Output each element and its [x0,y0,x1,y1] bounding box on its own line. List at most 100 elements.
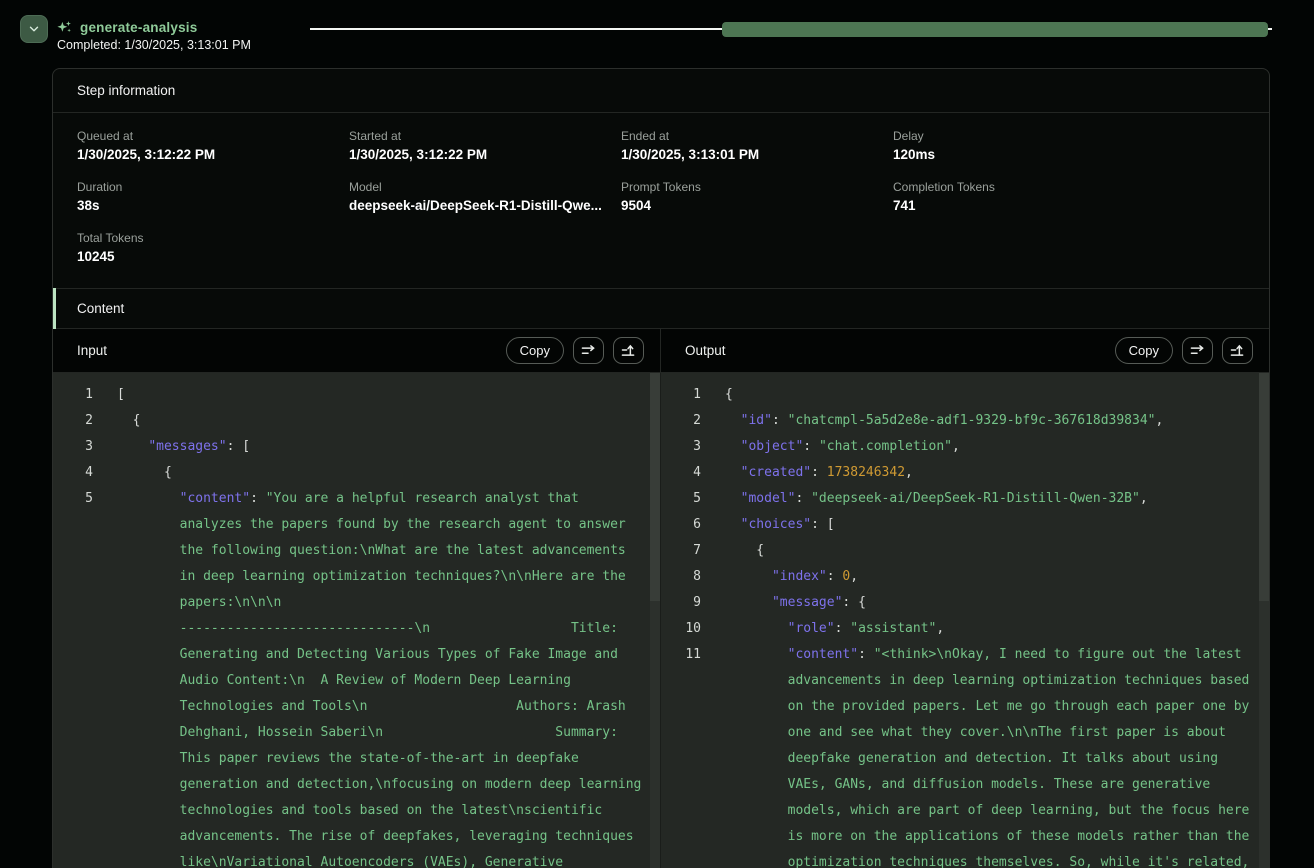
line-number: 4 [53,465,93,480]
step-field-value: deepseek-ai/DeepSeek-R1-Distill-Qwe... [349,198,621,213]
code-line: 2 "id": "chatcmpl-5a5d2e8e-adf1-9329-bf9… [661,407,1269,433]
input-expand-button[interactable] [613,337,644,364]
code-line: 8 "index": 0, [661,563,1269,589]
output-copy-button[interactable]: Copy [1115,337,1173,364]
line-number: 7 [661,543,701,558]
code-text: "content": "<think>\nOkay, I need to fig… [725,647,1242,662]
output-wrap-text-button[interactable] [1182,337,1213,364]
code-line: VAEs, GANs, and diffusion models. These … [661,771,1269,797]
step-field-label: Ended at [621,129,893,143]
collapse-step-button[interactable] [20,15,48,43]
code-text: technologies and tools based on the late… [117,803,602,818]
output-scrollbar[interactable] [1259,373,1269,868]
input-code-viewer: 1[2 {3 "messages": [4 {5 "content": "You… [53,373,660,868]
code-line: This paper reviews the state-of-the-art … [53,745,660,771]
code-text: { [117,413,140,428]
output-panel-title: Output [685,343,726,358]
step-field: Delay 120ms [893,129,1245,162]
code-line: 5 "content": "You are a helpful research… [53,485,660,511]
code-line: like\nVariational Autoencoders (VAEs), G… [53,849,660,868]
code-text: advancements in deep learning optimizati… [725,673,1249,688]
line-number: 3 [661,439,701,454]
input-scrollbar-thumb[interactable] [650,373,660,601]
step-field: Started at1/30/2025, 3:12:22 PM [349,129,621,162]
code-text: Audio Content:\n A Review of Modern Deep… [117,673,571,688]
code-line: 6 "choices": [ [661,511,1269,537]
step-field-label: Delay [893,129,1245,143]
input-copy-button[interactable]: Copy [506,337,564,364]
output-scrollbar-thumb[interactable] [1259,373,1269,601]
code-line: the following question:\nWhat are the la… [53,537,660,563]
code-line: models, which are part of deep learning,… [661,797,1269,823]
code-line: 11 "content": "<think>\nOkay, I need to … [661,641,1269,667]
code-line: advancements in deep learning optimizati… [661,667,1269,693]
completed-timestamp: Completed: 1/30/2025, 3:13:01 PM [57,38,251,52]
output-panel-header: Output Copy [661,329,1269,372]
content-section-header[interactable]: Content [53,288,1269,329]
code-line: is more on the applications of these mod… [661,823,1269,849]
code-line: 1[ [53,381,660,407]
step-field: Duration38s [77,180,349,213]
code-line: 3 "object": "chat.completion", [661,433,1269,459]
code-text: models, which are part of deep learning,… [725,803,1249,818]
expand-up-icon [1230,344,1245,357]
code-line: one and see what they cover.\n\nThe firs… [661,719,1269,745]
code-line: advancements. The rise of deepfakes, lev… [53,823,660,849]
code-panel-output: 1{2 "id": "chatcmpl-5a5d2e8e-adf1-9329-b… [661,373,1269,868]
code-text: "content": "You are a helpful research a… [117,491,579,506]
code-text: Technologies and Tools\n Authors: Arash [117,699,626,714]
code-text: "object": "chat.completion", [725,439,960,454]
line-number: 1 [661,387,701,402]
line-number: 2 [661,413,701,428]
code-text: "role": "assistant", [725,621,944,636]
output-code-viewer: 1{2 "id": "chatcmpl-5a5d2e8e-adf1-9329-b… [661,373,1269,868]
code-line: ------------------------------\n Title: [53,615,660,641]
step-field-value: 120ms [893,147,1245,162]
step-field: Total Tokens10245 [77,231,349,264]
line-number: 11 [661,647,701,662]
code-text: "messages": [ [117,439,250,454]
code-text: [ [117,387,125,402]
code-line: 4 "created": 1738246342, [661,459,1269,485]
step-field: Queued at1/30/2025, 3:12:22 PM [77,129,349,162]
code-line: 1{ [661,381,1269,407]
line-number: 2 [53,413,93,428]
sparkles-icon [56,19,73,36]
step-field-label: Total Tokens [77,231,349,245]
code-text: This paper reviews the state-of-the-art … [117,751,579,766]
line-number: 6 [661,517,701,532]
line-number: 9 [661,595,701,610]
io-panels: 1[2 {3 "messages": [4 {5 "content": "You… [53,373,1269,868]
code-text: deepfake generation and detection. It ta… [725,751,1218,766]
timeline-duration-bar[interactable] [722,22,1268,37]
step-field-value: 38s [77,198,349,213]
code-line: on the provided papers. Let me go throug… [661,693,1269,719]
code-line: 7 { [661,537,1269,563]
code-line: optimization techniques themselves. So, … [661,849,1269,868]
step-field-label: Queued at [77,129,349,143]
code-line: deepfake generation and detection. It ta… [661,745,1269,771]
run-header: generate-analysis Completed: 1/30/2025, … [0,0,1314,68]
input-scrollbar[interactable] [650,373,660,868]
step-field: Completion Tokens741 [893,180,1245,213]
code-text: "choices": [ [725,517,835,532]
input-wrap-text-button[interactable] [573,337,604,364]
line-number: 5 [661,491,701,506]
code-text: in deep learning optimization techniques… [117,569,626,584]
code-text: { [725,543,764,558]
code-text: analyzes the papers found by the researc… [117,517,626,532]
output-expand-button[interactable] [1222,337,1253,364]
code-line: 9 "message": { [661,589,1269,615]
step-field-label: Model [349,180,621,194]
step-field-label: Prompt Tokens [621,180,893,194]
code-text: "id": "chatcmpl-5a5d2e8e-adf1-9329-bf9c-… [725,413,1163,428]
code-line: in deep learning optimization techniques… [53,563,660,589]
step-field: Model deepseek-ai/DeepSeek-R1-Distill-Qwe… [349,180,621,213]
code-line: 4 { [53,459,660,485]
code-line: 3 "messages": [ [53,433,660,459]
code-text: on the provided papers. Let me go throug… [725,699,1249,714]
step-name-title: generate-analysis [80,20,197,35]
code-text: the following question:\nWhat are the la… [117,543,626,558]
code-text: Generating and Detecting Various Types o… [117,647,618,662]
line-number: 3 [53,439,93,454]
